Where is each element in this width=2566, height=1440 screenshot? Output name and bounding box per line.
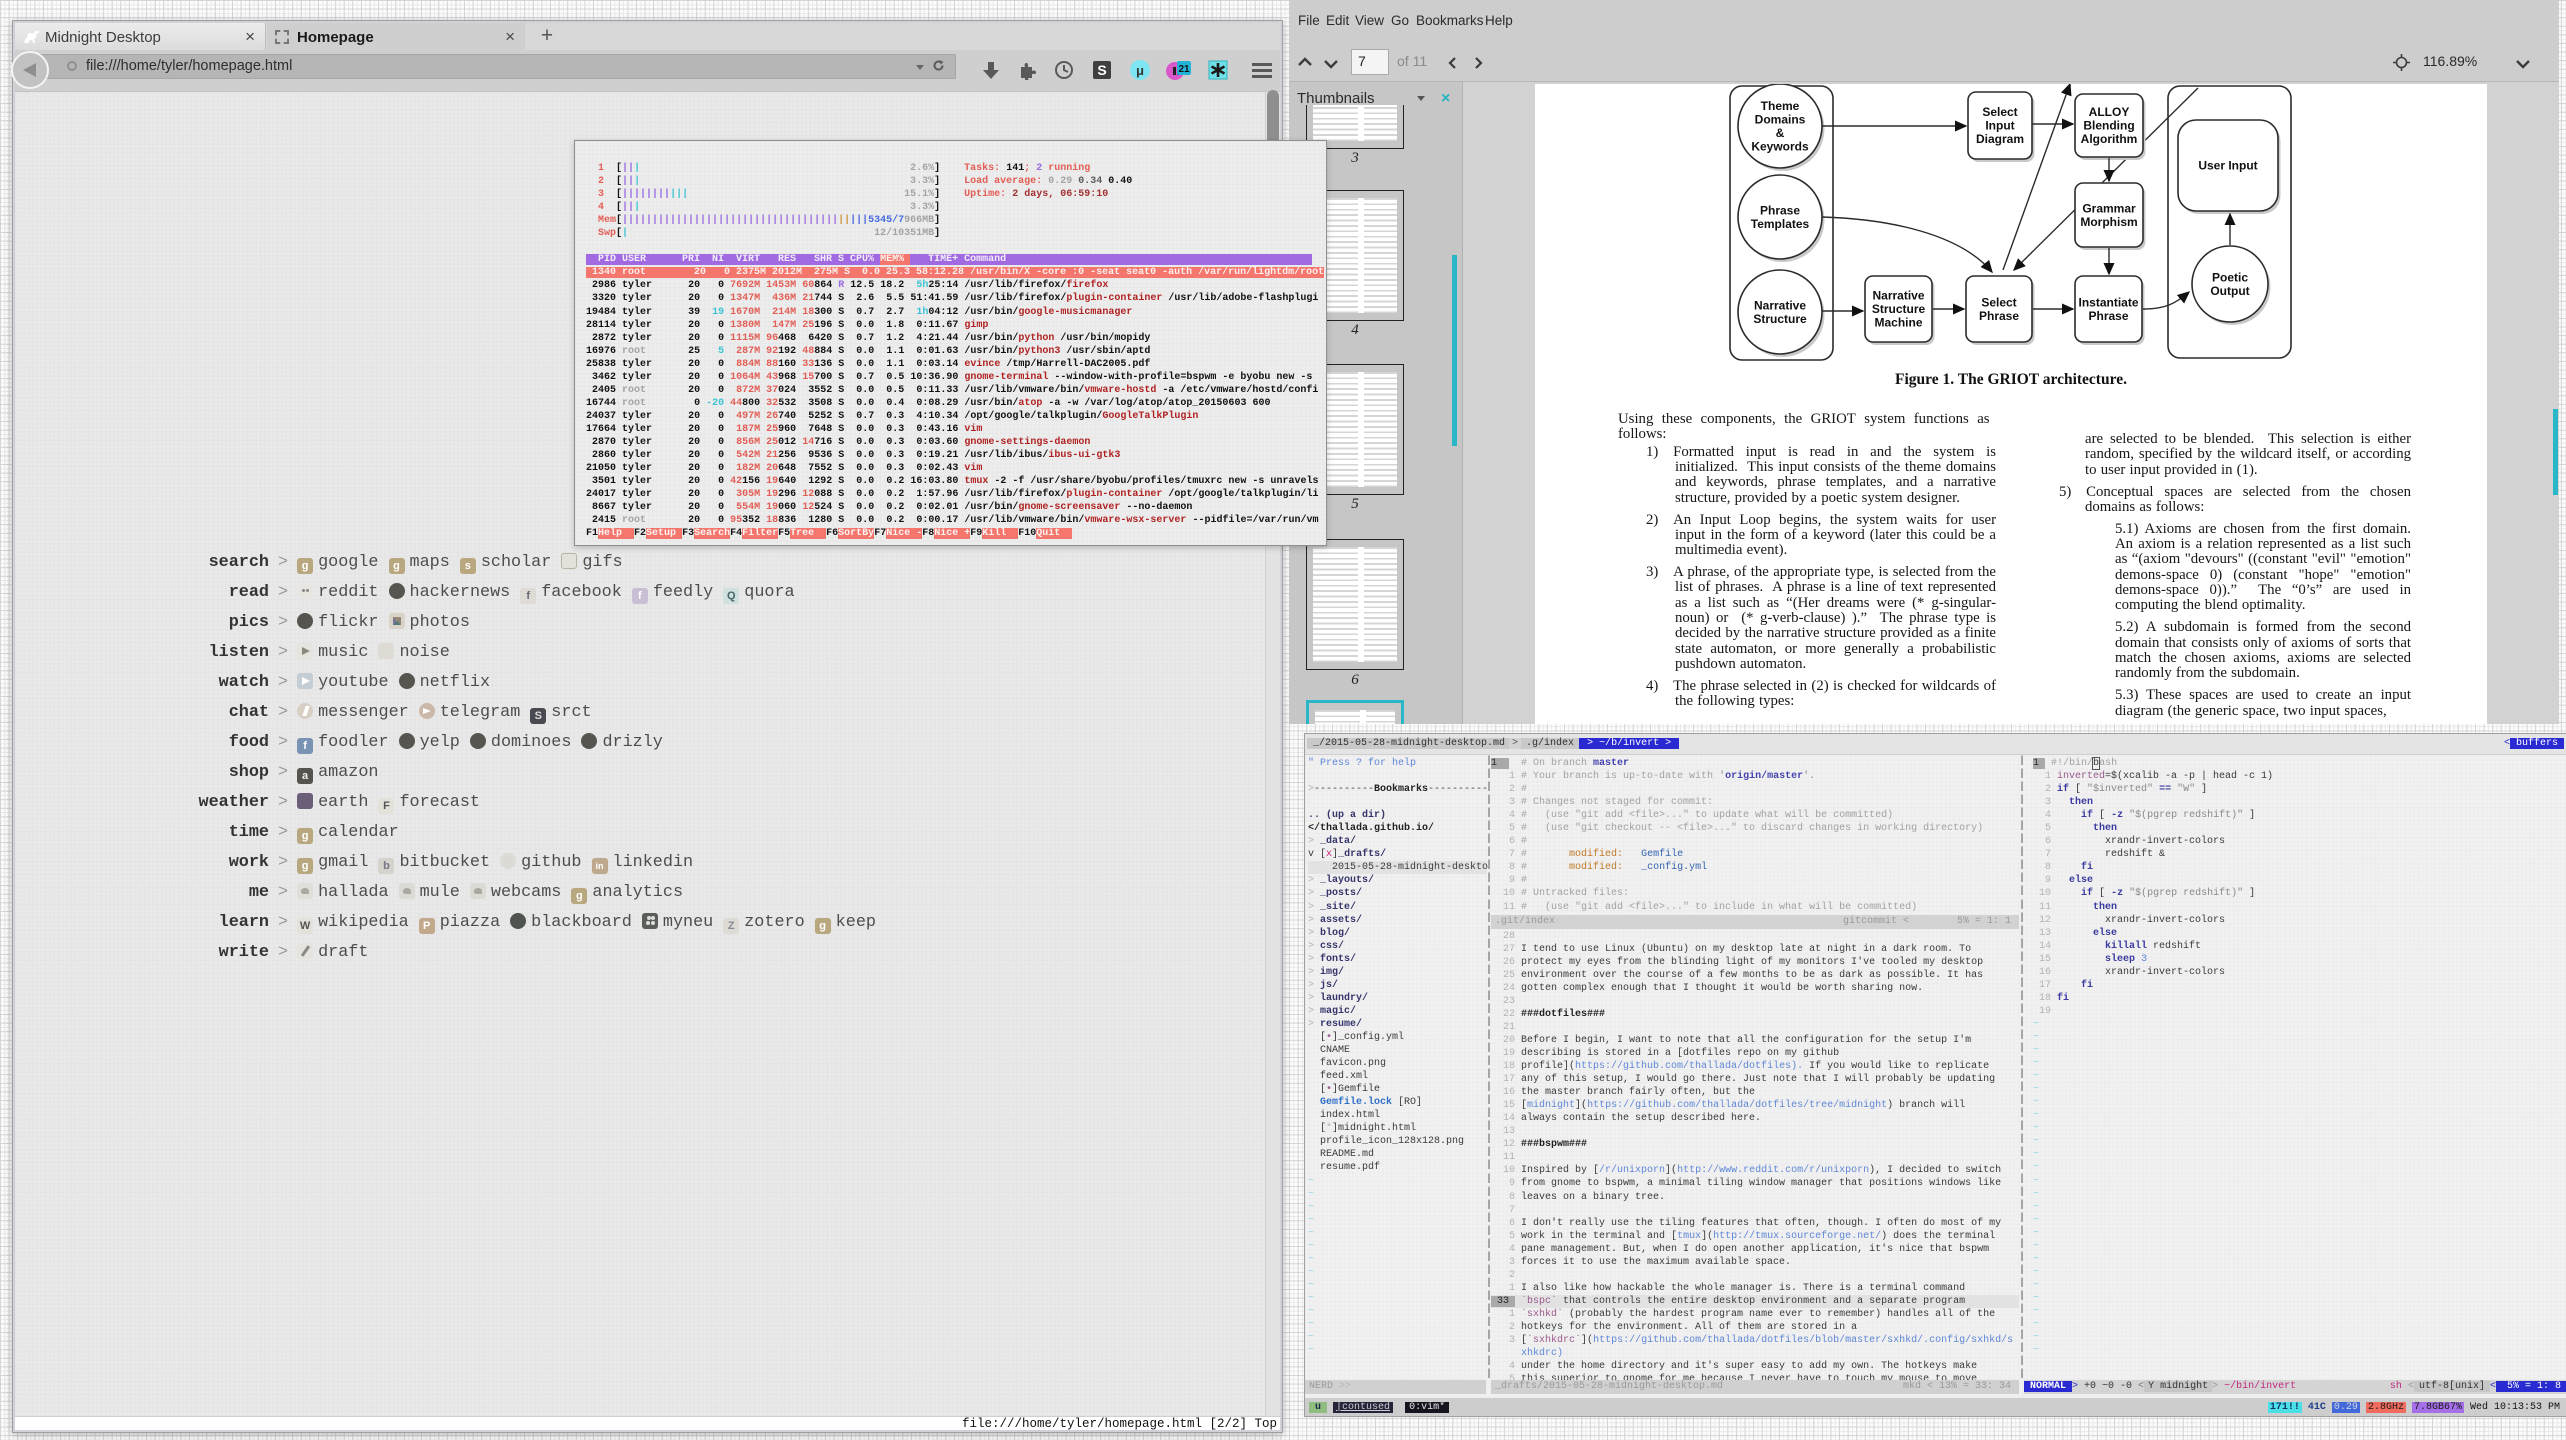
svg-text:S: S: [1097, 62, 1106, 78]
svg-text:PoeticOutput: PoeticOutput: [2210, 270, 2249, 298]
svg-text:NarrativeStructureMachine: NarrativeStructureMachine: [1872, 289, 1926, 330]
svg-text:μ: μ: [1136, 64, 1144, 79]
svg-text:NarrativeStructure: NarrativeStructure: [1753, 298, 1807, 326]
svg-text:User Input: User Input: [2198, 159, 2257, 173]
svg-text:SelectPhrase: SelectPhrase: [1979, 295, 2019, 323]
svg-text:21: 21: [1178, 64, 1190, 75]
svg-text:GrammarMorphism: GrammarMorphism: [2080, 201, 2137, 229]
svg-text:ALLOYBlendingAlgorithm: ALLOYBlendingAlgorithm: [2081, 105, 2138, 146]
